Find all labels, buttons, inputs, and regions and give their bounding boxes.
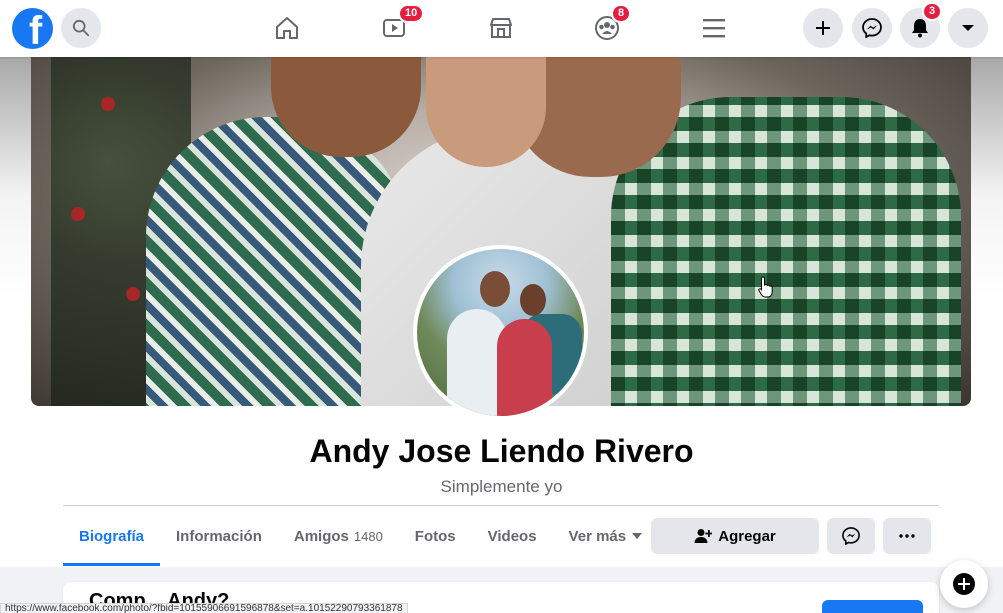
- hand-cursor-icon: [758, 276, 773, 298]
- avatar-person: [497, 319, 552, 416]
- tab-informacion[interactable]: Información: [160, 506, 278, 566]
- nav-groups[interactable]: 8: [587, 4, 632, 46]
- tab-label: Biografía: [79, 527, 145, 545]
- profile-tabs: Biografía Información Amigos 1480 Fotos V…: [63, 506, 658, 566]
- avatar-head: [480, 271, 510, 307]
- search-icon: [72, 19, 90, 37]
- account-menu-button[interactable]: [948, 8, 988, 48]
- send-message-button[interactable]: [827, 518, 875, 554]
- ornament: [71, 207, 85, 221]
- tab-videos[interactable]: Videos: [472, 506, 553, 566]
- tab-fotos[interactable]: Fotos: [399, 506, 472, 566]
- plus-circle-icon: [953, 573, 975, 595]
- add-friend-button[interactable]: Agregar: [651, 518, 819, 554]
- caret-down-icon: [962, 25, 974, 31]
- search-button[interactable]: [61, 8, 101, 48]
- bell-icon: [912, 19, 928, 38]
- more-options-button[interactable]: [883, 518, 931, 554]
- tab-label: Amigos: [293, 527, 349, 545]
- hamburger-icon: [703, 19, 725, 38]
- add-friend-icon: [694, 529, 713, 543]
- top-navigation-bar: f 10 8 3: [0, 0, 1003, 57]
- profile-bio: Simplemente yo: [440, 477, 563, 496]
- nav-menu[interactable]: [694, 10, 734, 46]
- plus-icon: [816, 21, 830, 35]
- nav-watch[interactable]: 10: [374, 4, 425, 46]
- messenger-icon: [842, 527, 860, 545]
- ornament: [101, 97, 115, 111]
- tab-label: Videos: [487, 527, 537, 545]
- watch-badge: 10: [398, 4, 425, 23]
- status-bar-url: https://www.facebook.com/photo/?fbid=101…: [0, 603, 408, 613]
- groups-badge: 8: [611, 4, 632, 23]
- nav-home[interactable]: [267, 10, 307, 46]
- messenger-button[interactable]: [852, 8, 892, 48]
- blue-action-button[interactable]: [822, 600, 923, 613]
- avatar-head: [520, 284, 546, 316]
- tab-ver-mas[interactable]: Ver más: [553, 506, 659, 566]
- friends-count: 1480: [353, 528, 383, 544]
- tab-biografia[interactable]: Biografía: [63, 506, 161, 566]
- more-icon: [899, 534, 915, 538]
- tab-label: Información: [176, 527, 262, 545]
- profile-picture[interactable]: [413, 245, 588, 420]
- messenger-icon: [862, 18, 882, 38]
- notifications-button[interactable]: 3: [900, 2, 943, 48]
- marketplace-icon: [490, 18, 512, 38]
- facebook-logo[interactable]: f: [12, 8, 53, 49]
- tab-label: Ver más: [568, 527, 627, 545]
- ornament: [126, 287, 140, 301]
- add-friend-label: Agregar: [718, 527, 776, 545]
- nav-marketplace[interactable]: [481, 10, 521, 46]
- new-message-fab[interactable]: [940, 560, 988, 608]
- logo-letter: f: [28, 9, 43, 49]
- profile-name: Andy Jose Liendo Rivero: [309, 433, 694, 469]
- tab-amigos[interactable]: Amigos 1480: [278, 506, 399, 566]
- notifications-badge: 3: [922, 2, 943, 21]
- tab-label: Fotos: [414, 527, 456, 545]
- caret-down-icon: [632, 533, 643, 539]
- profile-header: Andy Jose Liendo Rivero Simplemente yo B…: [0, 57, 1003, 567]
- create-button[interactable]: [803, 8, 843, 48]
- home-icon: [276, 17, 298, 39]
